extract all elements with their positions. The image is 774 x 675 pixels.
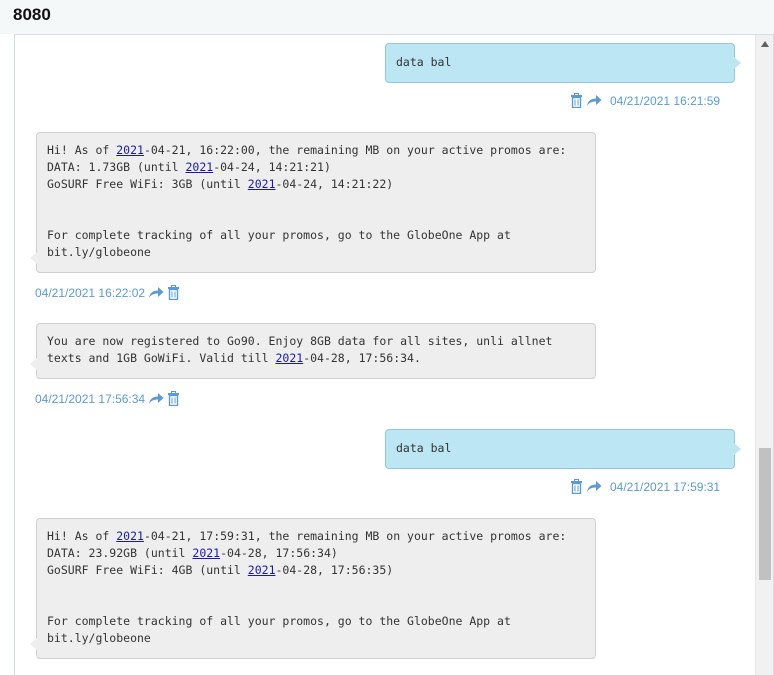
trash-icon[interactable] <box>570 93 583 108</box>
sent-message[interactable]: data bal <box>385 429 735 469</box>
received-message[interactable]: You are now registered to Go90. Enjoy 8G… <box>30 323 596 379</box>
year-link[interactable]: 2021 <box>248 177 276 191</box>
scrollbar[interactable] <box>755 35 773 675</box>
message-meta: 04/21/2021 17:56:34 <box>35 391 180 406</box>
message-line: For complete tracking of all your promos… <box>47 614 511 628</box>
message-timestamp: 04/21/2021 17:59:31 <box>610 479 721 494</box>
message-text: data bal <box>396 55 452 69</box>
year-link[interactable]: 2021 <box>275 351 303 365</box>
received-message[interactable]: Hi! As of 2021-04-21, 17:59:31, the rema… <box>30 518 596 659</box>
message-timestamp: 04/21/2021 16:22:02 <box>35 285 146 300</box>
year-link[interactable]: 2021 <box>185 160 213 174</box>
year-link[interactable]: 2021 <box>248 563 276 577</box>
forward-icon[interactable] <box>148 286 164 299</box>
message-line: You are now registered to Go90. Enjoy 8G… <box>47 334 553 348</box>
message-meta: 04/21/2021 17:59:31 <box>570 479 720 494</box>
page-title: 8080 <box>13 5 51 24</box>
message-line: DATA: 1.73GB (until 2021-04-24, 14:21:21… <box>47 160 331 174</box>
message-text: data bal <box>396 441 452 455</box>
message-line: Hi! As of 2021-04-21, 16:22:00, the rema… <box>47 143 567 157</box>
received-message[interactable]: Hi! As of 2021-04-21, 16:22:00, the rema… <box>30 132 596 273</box>
message-line: For complete tracking of all your promos… <box>47 228 511 242</box>
trash-icon[interactable] <box>570 479 583 494</box>
forward-icon[interactable] <box>586 480 602 493</box>
message-timestamp: 04/21/2021 17:56:34 <box>35 391 146 406</box>
message-line: GoSURF Free WiFi: 3GB (until 2021-04-24,… <box>47 177 394 191</box>
scrollbar-thumb[interactable] <box>759 448 771 580</box>
message-meta: 04/21/2021 16:21:59 <box>570 93 720 108</box>
forward-icon[interactable] <box>148 392 164 405</box>
conversation-panel[interactable]: data bal 04/21/2021 16:21:59 Hi! As of 2… <box>14 34 774 675</box>
message-meta: 04/21/2021 16:22:02 <box>35 285 180 300</box>
year-link[interactable]: 2021 <box>116 143 144 157</box>
sent-message[interactable]: data bal <box>385 43 735 83</box>
scroll-up-arrow-icon[interactable] <box>756 35 773 52</box>
message-timestamp: 04/21/2021 16:21:59 <box>610 93 721 108</box>
trash-icon[interactable] <box>167 285 180 300</box>
message-line: Hi! As of 2021-04-21, 17:59:31, the rema… <box>47 529 567 543</box>
message-line: DATA: 23.92GB (until 2021-04-28, 17:56:3… <box>47 546 338 560</box>
message-line: GoSURF Free WiFi: 4GB (until 2021-04-28,… <box>47 563 394 577</box>
message-line: bit.ly/globeone <box>47 245 151 259</box>
top-bar <box>0 0 774 34</box>
message-line: texts and 1GB GoWiFi. Valid till 2021-04… <box>47 351 421 365</box>
trash-icon[interactable] <box>167 391 180 406</box>
year-link[interactable]: 2021 <box>116 529 144 543</box>
message-line: bit.ly/globeone <box>47 631 151 645</box>
forward-icon[interactable] <box>586 94 602 107</box>
year-link[interactable]: 2021 <box>192 546 220 560</box>
